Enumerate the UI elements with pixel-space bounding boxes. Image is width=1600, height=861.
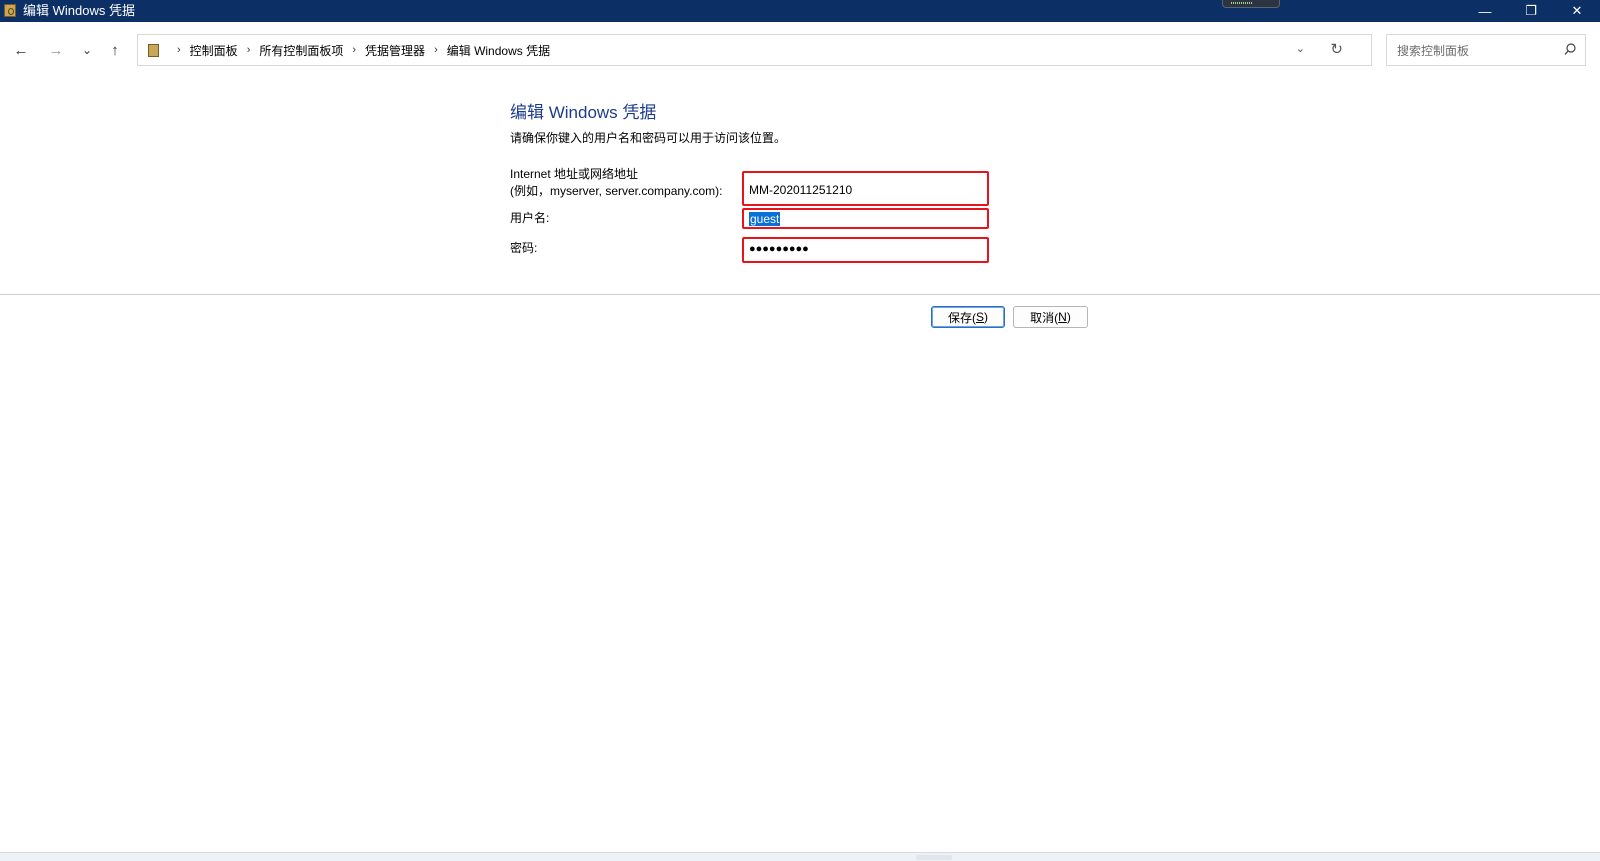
control-panel-icon bbox=[148, 43, 159, 57]
address-label-line1: Internet 地址或网络地址 bbox=[510, 167, 639, 181]
breadcrumb-item-edit-credential[interactable]: 编辑 Windows 凭据 bbox=[447, 42, 550, 59]
breadcrumb-separator[interactable]: › bbox=[352, 44, 356, 56]
breadcrumb-separator: › bbox=[177, 44, 181, 56]
breadcrumb: › 控制面板 › 所有控制面板项 › 凭据管理器 › 编辑 Windows 凭据 bbox=[148, 35, 550, 65]
minimize-button[interactable]: — bbox=[1462, 0, 1508, 22]
password-value[interactable]: ●●●●●●●●● bbox=[749, 243, 809, 255]
password-field[interactable]: ●●●●●●●●● bbox=[742, 237, 989, 263]
credential-manager-icon bbox=[4, 4, 16, 17]
breadcrumb-item-credential-manager[interactable]: 凭据管理器 bbox=[365, 42, 425, 59]
activity-indicator bbox=[1222, 0, 1280, 8]
restore-button[interactable]: ❐ bbox=[1508, 0, 1554, 22]
address-bar[interactable]: › 控制面板 › 所有控制面板项 › 凭据管理器 › 编辑 Windows 凭据… bbox=[137, 34, 1372, 66]
page-title: 编辑 Windows 凭据 bbox=[510, 103, 657, 122]
forward-button[interactable]: → bbox=[43, 38, 69, 62]
up-button[interactable]: ↑ bbox=[102, 38, 128, 62]
search-box[interactable] bbox=[1386, 34, 1586, 66]
address-label-line2: (例如，myserver, server.company.com): bbox=[510, 184, 723, 198]
cancel-button[interactable]: 取消(N) bbox=[1013, 306, 1088, 328]
separator bbox=[0, 294, 1600, 295]
search-input[interactable] bbox=[1395, 41, 1559, 61]
refresh-icon[interactable]: ↻ bbox=[1330, 40, 1343, 58]
breadcrumb-item-all-items[interactable]: 所有控制面板项 bbox=[259, 42, 343, 59]
username-label: 用户名: bbox=[510, 211, 550, 225]
window-title: 编辑 Windows 凭据 bbox=[23, 3, 135, 18]
breadcrumb-separator[interactable]: › bbox=[247, 44, 251, 56]
back-button[interactable]: ← bbox=[8, 38, 34, 62]
page-description: 请确保你键入的用户名和密码可以用于访问该位置。 bbox=[510, 131, 787, 145]
title-bar: 编辑 Windows 凭据 — ❐ ✕ bbox=[0, 0, 1600, 22]
address-value[interactable]: MM-202011251210 bbox=[749, 183, 852, 197]
save-button[interactable]: 保存(S) bbox=[931, 306, 1005, 328]
search-icon[interactable] bbox=[1564, 42, 1576, 58]
address-field[interactable]: MM-202011251210 bbox=[742, 171, 989, 206]
breadcrumb-separator[interactable]: › bbox=[434, 44, 438, 56]
status-handle bbox=[916, 855, 952, 860]
address-dropdown-icon[interactable]: ⌄ bbox=[1296, 42, 1305, 55]
username-value[interactable]: guest bbox=[749, 212, 781, 226]
close-button[interactable]: ✕ bbox=[1554, 0, 1600, 22]
recent-locations-button[interactable]: ⌄ bbox=[74, 38, 100, 62]
breadcrumb-item-control-panel[interactable]: 控制面板 bbox=[190, 42, 238, 59]
username-field[interactable]: guest bbox=[742, 208, 989, 229]
password-label: 密码: bbox=[510, 241, 538, 255]
